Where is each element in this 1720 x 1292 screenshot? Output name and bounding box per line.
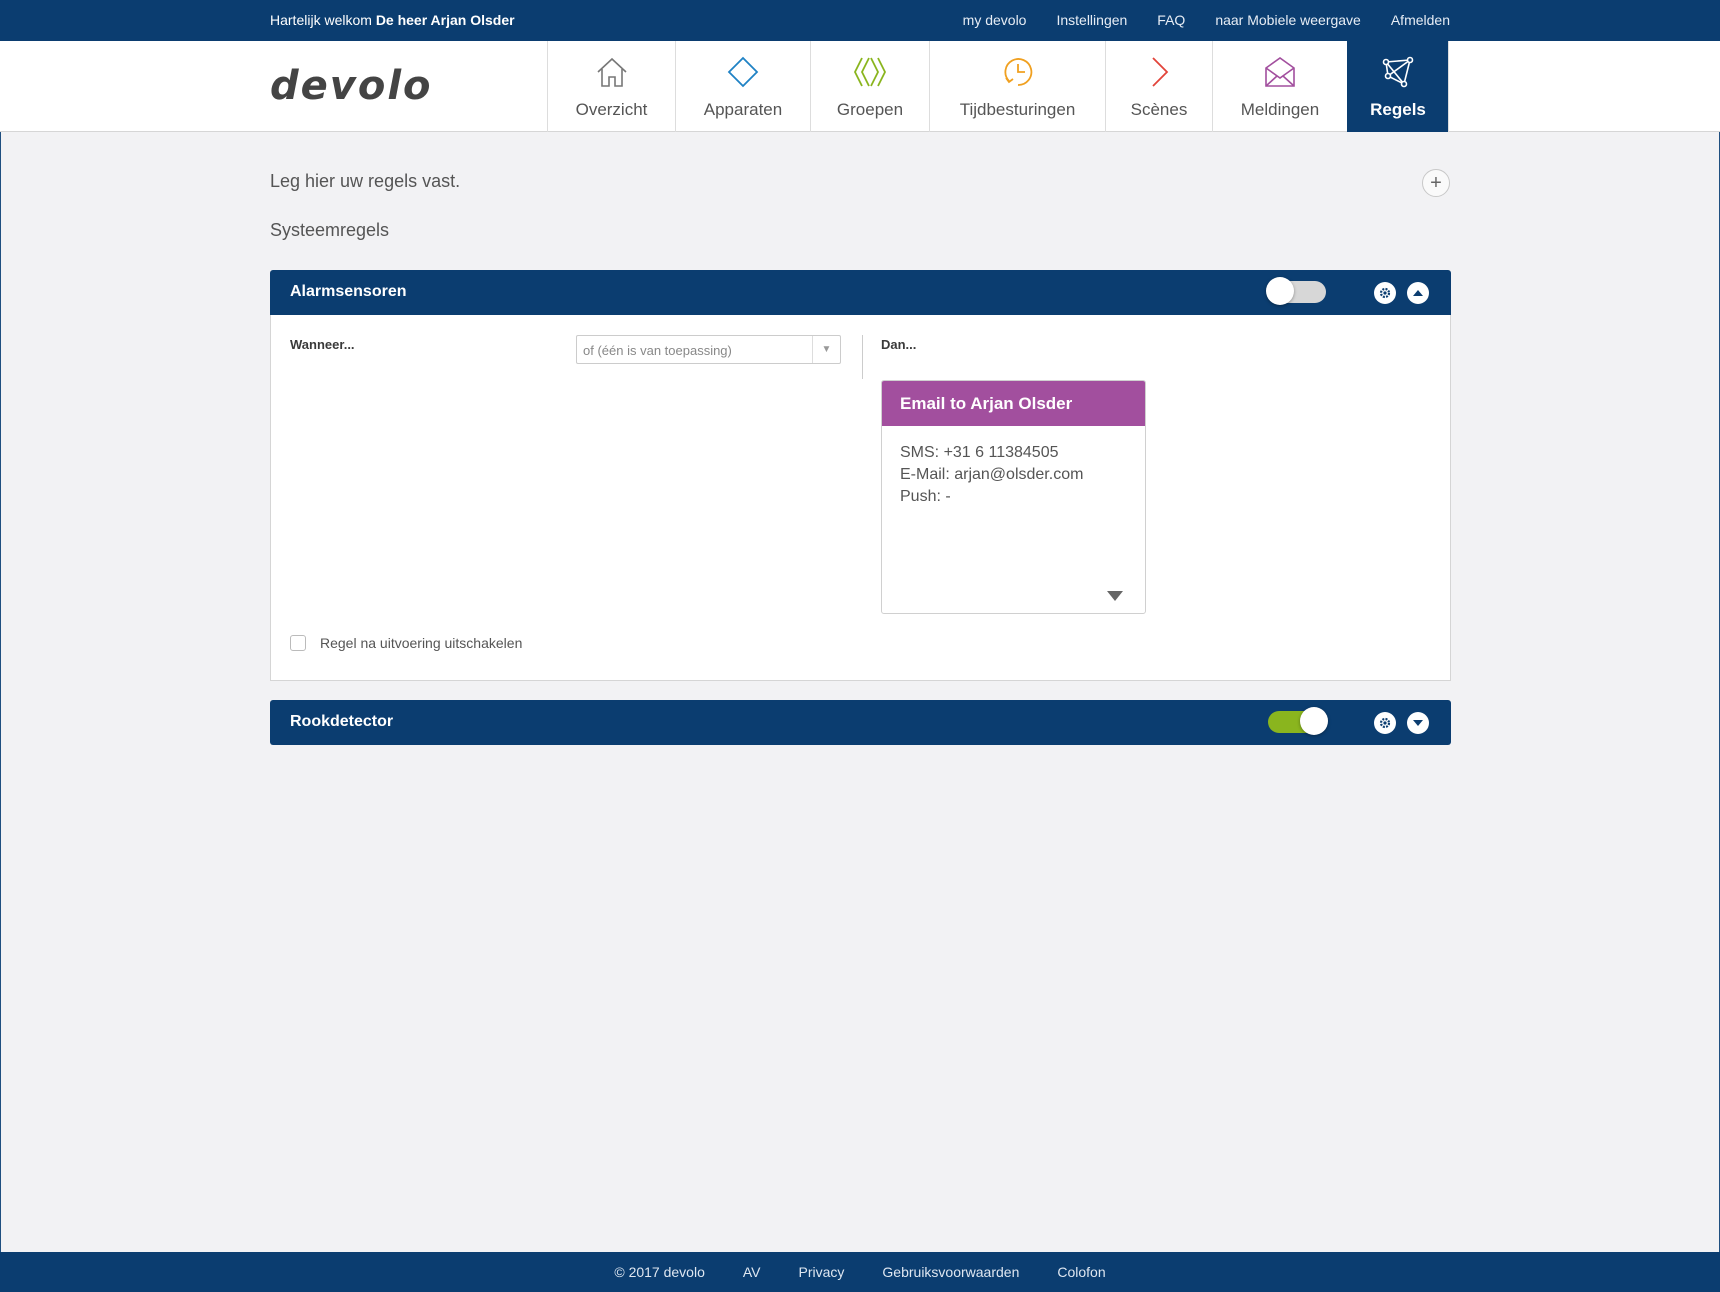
footer-links: © 2017 devolo AV Privacy Gebruiksvoorwaa… bbox=[0, 1264, 1720, 1280]
welcome-prefix: Hartelijk welkom bbox=[270, 12, 372, 28]
nav-label: Apparaten bbox=[703, 100, 783, 119]
welcome-user-name: De heer Arjan Olsder bbox=[375, 12, 515, 28]
envelope-icon bbox=[1265, 57, 1295, 87]
footer-link-colofon[interactable]: Colofon bbox=[1057, 1264, 1105, 1280]
then-label: Dan... bbox=[881, 337, 917, 352]
link-faq[interactable]: FAQ bbox=[1157, 12, 1185, 28]
rule-settings-button[interactable] bbox=[1374, 712, 1396, 734]
nav-label: Groepen bbox=[836, 100, 904, 119]
chevron-up-icon bbox=[1413, 290, 1423, 296]
link-mobile-view[interactable]: naar Mobiele weergave bbox=[1215, 12, 1361, 28]
play-icon bbox=[1152, 57, 1169, 87]
rule-expand-button[interactable] bbox=[1407, 712, 1429, 734]
main-nav: Overzicht Apparaten Groepen Tijdbesturin… bbox=[547, 41, 1449, 132]
nav-label: Tijdbesturingen bbox=[959, 100, 1076, 119]
link-instellingen[interactable]: Instellingen bbox=[1056, 12, 1127, 28]
top-bar: Hartelijk welkom De heer Arjan Olsder my… bbox=[0, 0, 1720, 41]
section-title: Systeemregels bbox=[270, 220, 390, 240]
footer-link-terms[interactable]: Gebruiksvoorwaarden bbox=[882, 1264, 1019, 1280]
action-card-title: Email to Arjan Olsder bbox=[882, 381, 1145, 426]
card-expand-icon[interactable] bbox=[1107, 591, 1123, 601]
rule-title: Alarmsensoren bbox=[290, 283, 407, 300]
nav-tab-groepen[interactable]: Groepen bbox=[810, 41, 929, 132]
rule-body: Wanneer... of (één is van toepassing) ▼ … bbox=[270, 315, 1451, 681]
rule-collapse-button[interactable] bbox=[1407, 282, 1429, 304]
nav-tab-overzicht[interactable]: Overzicht bbox=[547, 41, 675, 132]
rule-settings-button[interactable] bbox=[1374, 282, 1396, 304]
clock-icon bbox=[1004, 58, 1032, 86]
action-card-details: SMS: +31 6 11384505 E-Mail: arjan@olsder… bbox=[882, 426, 1145, 524]
column-divider bbox=[862, 335, 863, 379]
footer: © 2017 devolo AV Privacy Gebruiksvoorwaa… bbox=[0, 1252, 1720, 1292]
nav-tab-tijdbesturingen[interactable]: Tijdbesturingen bbox=[929, 41, 1105, 132]
action-email: E-Mail: arjan@olsder.com bbox=[900, 466, 1084, 483]
action-card[interactable]: Email to Arjan Olsder SMS: +31 6 1138450… bbox=[881, 380, 1146, 614]
home-icon bbox=[596, 57, 627, 87]
footer-copyright: © 2017 devolo bbox=[614, 1264, 705, 1280]
rule-title: Rookdetector bbox=[290, 713, 394, 730]
add-rule-button[interactable]: + bbox=[1422, 169, 1450, 197]
chevron-down-icon bbox=[1413, 720, 1423, 726]
page-intro: Leg hier uw regels vast. bbox=[270, 171, 461, 191]
plus-icon: + bbox=[1430, 171, 1442, 194]
network-icon bbox=[1382, 56, 1414, 88]
nav-tab-meldingen[interactable]: Meldingen bbox=[1212, 41, 1347, 132]
nav-label: Scènes bbox=[1130, 100, 1188, 119]
footer-link-privacy[interactable]: Privacy bbox=[799, 1264, 845, 1280]
nav-tab-regels[interactable]: Regels bbox=[1347, 41, 1449, 132]
top-links: my devolo Instellingen FAQ naar Mobiele … bbox=[963, 12, 1450, 28]
nav-tab-scenes[interactable]: Scènes bbox=[1105, 41, 1212, 132]
welcome-text: Hartelijk welkom De heer Arjan Olsder bbox=[270, 12, 515, 28]
link-logout[interactable]: Afmelden bbox=[1391, 12, 1450, 28]
rule-header[interactable]: Alarmsensoren bbox=[270, 270, 1451, 315]
nav-label: Regels bbox=[1370, 100, 1426, 119]
rule-enable-toggle[interactable] bbox=[1266, 277, 1326, 305]
action-push: Push: - bbox=[900, 488, 951, 505]
chevron-down-icon: ▼ bbox=[812, 336, 840, 363]
action-sms: SMS: +31 6 11384505 bbox=[900, 444, 1059, 461]
main-header: devolo Overzicht Apparaten Groepen Tijdb… bbox=[0, 41, 1720, 132]
gear-icon bbox=[1379, 717, 1391, 729]
rule-header[interactable]: Rookdetector bbox=[270, 700, 1451, 745]
condition-select-value: of (één is van toepassing) bbox=[583, 343, 732, 358]
toggle-knob bbox=[1266, 277, 1294, 305]
nav-label: Overzicht bbox=[575, 100, 648, 119]
condition-select[interactable]: of (één is van toepassing) ▼ bbox=[576, 335, 841, 364]
disable-after-checkbox[interactable] bbox=[290, 635, 306, 651]
devolo-logo[interactable]: devolo bbox=[270, 63, 433, 109]
nav-label: Meldingen bbox=[1240, 100, 1320, 119]
nav-tab-apparaten[interactable]: Apparaten bbox=[675, 41, 810, 132]
rule-panel-alarmsensoren: Alarmsensoren Wanneer... of (één is van … bbox=[270, 270, 1451, 681]
gear-icon bbox=[1379, 287, 1391, 299]
when-label: Wanneer... bbox=[290, 337, 355, 352]
link-my-devolo[interactable]: my devolo bbox=[963, 12, 1027, 28]
toggle-knob bbox=[1300, 707, 1328, 735]
disable-after-row: Regel na uitvoering uitschakelen bbox=[290, 635, 522, 651]
footer-link-av[interactable]: AV bbox=[743, 1264, 761, 1280]
rule-enable-toggle[interactable] bbox=[1268, 707, 1328, 735]
diamond-icon bbox=[727, 56, 759, 88]
rule-panel-rookdetector: Rookdetector bbox=[270, 700, 1451, 745]
disable-after-label: Regel na uitvoering uitschakelen bbox=[320, 635, 523, 651]
groups-icon bbox=[853, 57, 887, 87]
